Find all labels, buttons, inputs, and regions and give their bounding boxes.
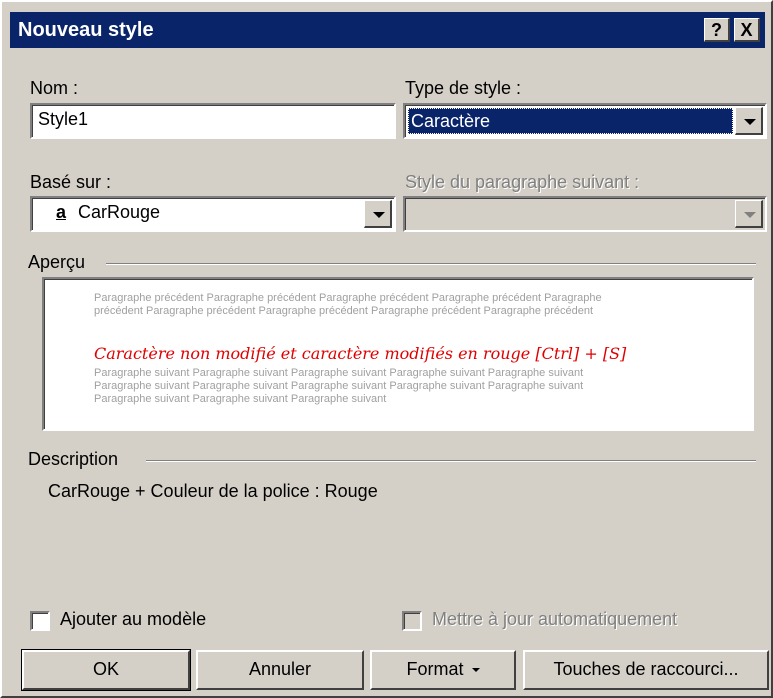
preview-previous-paragraph: Paragraphe précédent Paragraphe précéden… <box>94 292 602 317</box>
next-style-select <box>403 196 767 232</box>
based-on-label: Basé sur : <box>30 172 112 192</box>
description-label: Description <box>28 449 119 469</box>
format-button[interactable]: Format <box>370 650 516 690</box>
chevron-down-icon <box>744 212 756 218</box>
auto-update-checkbox <box>402 611 422 631</box>
preview-label: Aperçu <box>28 252 86 272</box>
close-button[interactable]: X <box>734 18 760 42</box>
add-to-template-checkbox[interactable] <box>30 611 50 631</box>
based-on-dropdown-button[interactable] <box>364 200 392 228</box>
description-text: CarRouge + Couleur de la police : Rouge <box>48 481 378 501</box>
next-style-label: Style du paragraphe suivant : <box>405 172 640 192</box>
style-type-dropdown-button[interactable] <box>735 107 763 135</box>
cancel-button[interactable]: Annuler <box>196 650 364 690</box>
chevron-down-icon <box>373 212 385 218</box>
new-style-dialog: Nouveau style ? X Nom : Style1 Type de s… <box>0 0 773 698</box>
add-to-template-label[interactable]: Ajouter au modèle <box>60 609 206 630</box>
ok-button[interactable]: OK <box>21 649 191 691</box>
style-type-select[interactable]: Caractère <box>403 103 767 139</box>
style-type-label: Type de style : <box>405 78 522 98</box>
auto-update-label: Mettre à jour automatiquement <box>432 609 678 629</box>
name-input-value: Style1 <box>38 109 89 129</box>
style-type-selected: Caractère <box>408 108 733 134</box>
preview-sample-text: Caractère non modifié et caractère modif… <box>94 344 627 363</box>
chevron-down-icon <box>744 119 756 125</box>
character-style-icon: a <box>56 202 67 222</box>
name-label: Nom : <box>30 78 79 98</box>
window-title: Nouveau style <box>18 19 154 41</box>
preview-following-paragraph: Paragraphe suivant Paragraphe suivant Pa… <box>94 367 584 405</box>
caret-down-icon <box>471 668 480 673</box>
based-on-select[interactable]: a CarRouge <box>30 196 396 232</box>
based-on-value: CarRouge <box>78 202 161 222</box>
title-bar: Nouveau style ? X <box>10 12 765 48</box>
preview-box: Paragraphe précédent Paragraphe précéden… <box>42 277 754 431</box>
name-input[interactable]: Style1 <box>30 103 396 139</box>
format-button-label: Format <box>406 659 464 679</box>
preview-group-line <box>106 263 756 265</box>
help-button[interactable]: ? <box>704 18 730 42</box>
description-group-line <box>146 460 756 462</box>
next-style-dropdown-button <box>735 200 763 228</box>
shortcut-keys-button[interactable]: Touches de raccourci... <box>523 650 769 690</box>
